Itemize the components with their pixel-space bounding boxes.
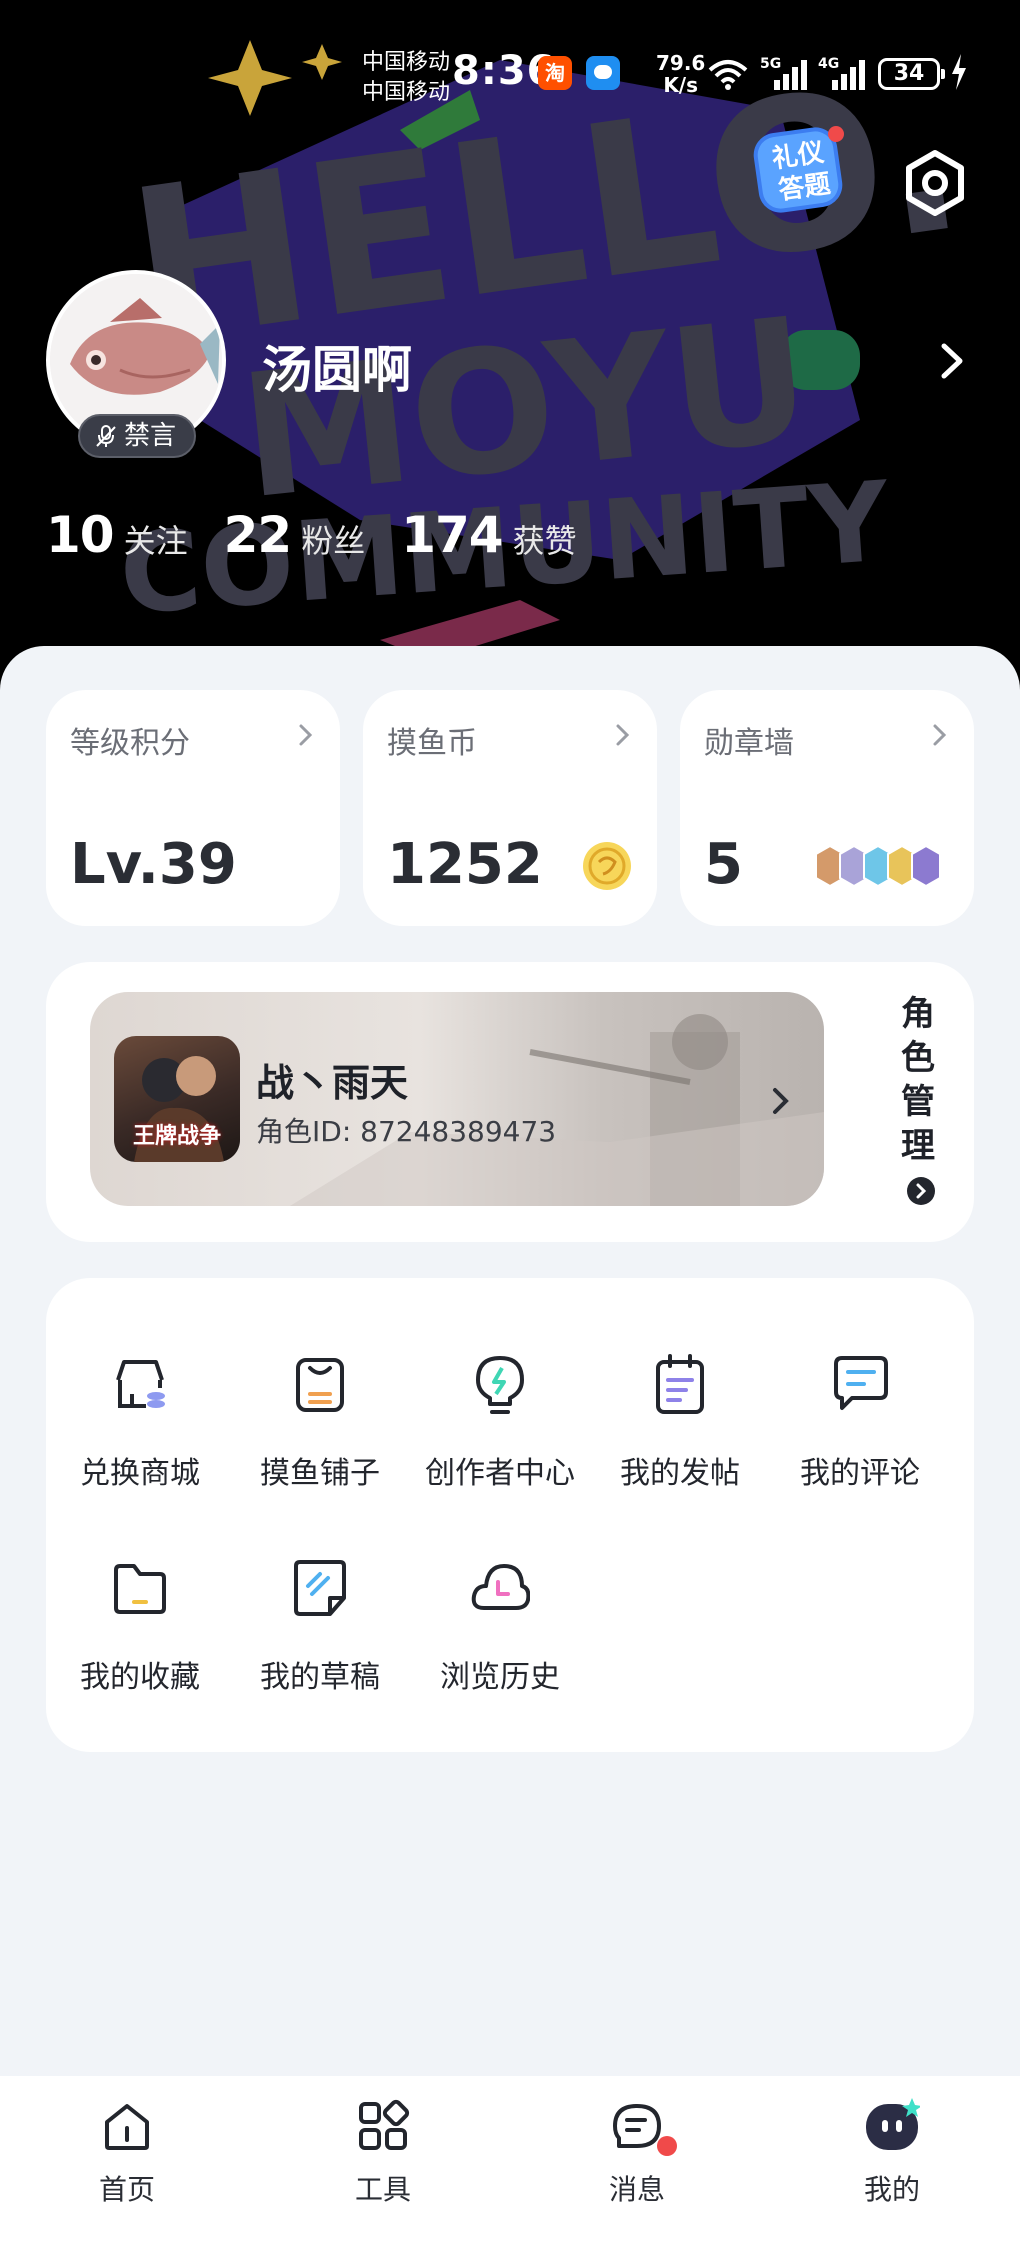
level-card-title: 等级积分: [70, 726, 190, 761]
tool-label: 浏览历史: [440, 1660, 560, 1695]
draft-icon: [294, 1560, 346, 1616]
nav-tools[interactable]: 工具: [323, 2098, 443, 2208]
level-value: Lv.39: [70, 832, 237, 897]
nav-profile-label: 我的: [863, 2173, 920, 2206]
chevron-right-icon: [299, 724, 313, 746]
tool-item-bag[interactable]: 摸鱼铺子: [230, 1354, 410, 1504]
tool-item-notepad[interactable]: 我的发帖: [590, 1354, 770, 1504]
tool-label: 创作者中心: [425, 1456, 575, 1491]
net-speed-unit: K/s: [663, 73, 699, 97]
nav-messages-label: 消息: [608, 2173, 665, 2206]
stat-following[interactable]: 10 关注: [46, 506, 188, 564]
taobao-notification-icon: 淘: [538, 56, 572, 90]
comment-icon: [834, 1356, 888, 1410]
coin-icon: [583, 842, 631, 890]
carrier-1: 中国移动: [362, 50, 451, 75]
wifi-icon: [708, 60, 748, 90]
signal-1-label: 5G: [760, 56, 782, 72]
stat-followers-value: 22: [223, 506, 293, 564]
game-app-icon: 王牌战争: [114, 1036, 240, 1162]
shop-icon: [116, 1360, 165, 1408]
bulb-icon: [476, 1356, 524, 1414]
stat-following-value: 10: [46, 506, 115, 564]
mute-badge-label: 禁言: [124, 421, 177, 451]
nav-home-label: 首页: [98, 2173, 155, 2206]
stat-likes-value: 174: [401, 506, 503, 564]
game-icon-label: 王牌战争: [132, 1124, 221, 1149]
level-points-card[interactable]: 等级积分 Lv.39: [46, 690, 340, 926]
coin-card-title: 摸鱼币: [387, 726, 477, 761]
tool-item-comment[interactable]: 我的评论: [770, 1354, 950, 1504]
profile-mascot-icon: [866, 2098, 920, 2150]
nav-profile[interactable]: 我的: [832, 2098, 952, 2208]
status-bar: 中国移动 中国移动 8:36 淘 79.6 K/s 5G 4G 34: [0, 0, 1020, 150]
stat-likes-label: 获赞: [512, 522, 577, 560]
nav-tools-label: 工具: [354, 2173, 411, 2206]
stat-likes[interactable]: 174 获赞: [401, 506, 576, 564]
chevron-right-icon: [933, 724, 947, 746]
chevron-circle-icon[interactable]: [906, 1176, 936, 1206]
etiquette-quiz-badge[interactable]: 礼仪 答题: [752, 122, 848, 218]
tool-item-folder[interactable]: 我的收藏: [50, 1558, 230, 1708]
coin-value: 1252: [387, 832, 543, 897]
tool-label: 我的发帖: [620, 1456, 740, 1491]
bottom-navigation: 首页 工具 消息 我的: [0, 2076, 1020, 2244]
message-app-notification-icon: [586, 56, 620, 90]
profile-header: HELLO. MOYU COMMUNITY 中国移动 中国移动 8:36 淘 7…: [0, 0, 1020, 700]
role-manage-label[interactable]: 角色管理: [898, 992, 938, 1168]
tool-label: 兑换商城: [80, 1456, 200, 1491]
notepad-icon: [656, 1354, 704, 1414]
signal-4g-icon: 4G: [818, 56, 868, 92]
moyu-coin-card[interactable]: 摸鱼币 1252: [363, 690, 657, 926]
signal-5g-icon: 5G: [760, 56, 810, 92]
tool-item-bulb[interactable]: 创作者中心: [410, 1354, 590, 1504]
settings-gear-icon[interactable]: [900, 148, 970, 218]
chevron-right-icon: [773, 1088, 789, 1114]
medal-card-title: 勋章墙: [704, 726, 794, 761]
tool-item-draft[interactable]: 我的草稿: [230, 1558, 410, 1708]
tool-item-history[interactable]: 浏览历史: [410, 1558, 590, 1708]
tool-label: 我的评论: [800, 1456, 920, 1491]
medal-count: 5: [704, 832, 743, 897]
medal-stack-icon: [815, 844, 941, 888]
net-speed-value: 79.6: [656, 51, 706, 75]
chevron-right-icon: [616, 724, 630, 746]
chevron-right-icon[interactable]: [934, 336, 970, 386]
stat-following-label: 关注: [123, 522, 188, 560]
tool-label: 我的收藏: [80, 1660, 200, 1695]
role-id: 角色ID: 87248389473: [256, 1115, 557, 1148]
username[interactable]: 汤圆啊: [262, 330, 412, 402]
nav-home[interactable]: 首页: [67, 2098, 187, 2208]
nav-messages[interactable]: 消息: [577, 2098, 697, 2208]
stat-followers-label: 粉丝: [301, 522, 366, 560]
charging-bolt-icon: [952, 54, 966, 90]
profile-stats: 10 关注 22 粉丝 174 获赞: [46, 506, 613, 564]
role-name: 战丶雨天: [256, 1061, 409, 1105]
mic-off-icon: [96, 425, 116, 447]
carrier-labels: 中国移动 中国移动: [362, 48, 450, 108]
tool-item-shop[interactable]: 兑换商城: [50, 1354, 230, 1504]
unread-badge: [657, 2136, 677, 2156]
game-role-card: 王牌战争 战丶雨天 角色ID: 87248389473 角色管理: [46, 962, 974, 1242]
bag-icon: [296, 1358, 344, 1412]
folder-icon: [114, 1564, 166, 1614]
tool-label: 摸鱼铺子: [260, 1456, 380, 1491]
tools-grid-icon: [359, 2099, 410, 2150]
signal-2-label: 4G: [818, 56, 840, 72]
game-role-banner[interactable]: 王牌战争 战丶雨天 角色ID: 87248389473: [90, 992, 824, 1206]
history-icon: [471, 1564, 530, 1610]
mute-status-badge: 禁言: [78, 414, 197, 458]
network-speed: 79.6 K/s: [656, 52, 705, 96]
carrier-2: 中国移动: [362, 80, 451, 105]
tools-grid-card: 兑换商城 摸鱼铺子 创作者中心 我的发帖 我的评论我的收藏 我的草稿 浏览历史: [46, 1278, 974, 1752]
battery-indicator: 34: [878, 58, 945, 90]
stat-followers[interactable]: 22 粉丝: [224, 506, 366, 564]
home-icon: [105, 2104, 149, 2150]
medal-wall-card[interactable]: 勋章墙 5: [680, 690, 974, 926]
tool-label: 我的草稿: [260, 1660, 380, 1695]
